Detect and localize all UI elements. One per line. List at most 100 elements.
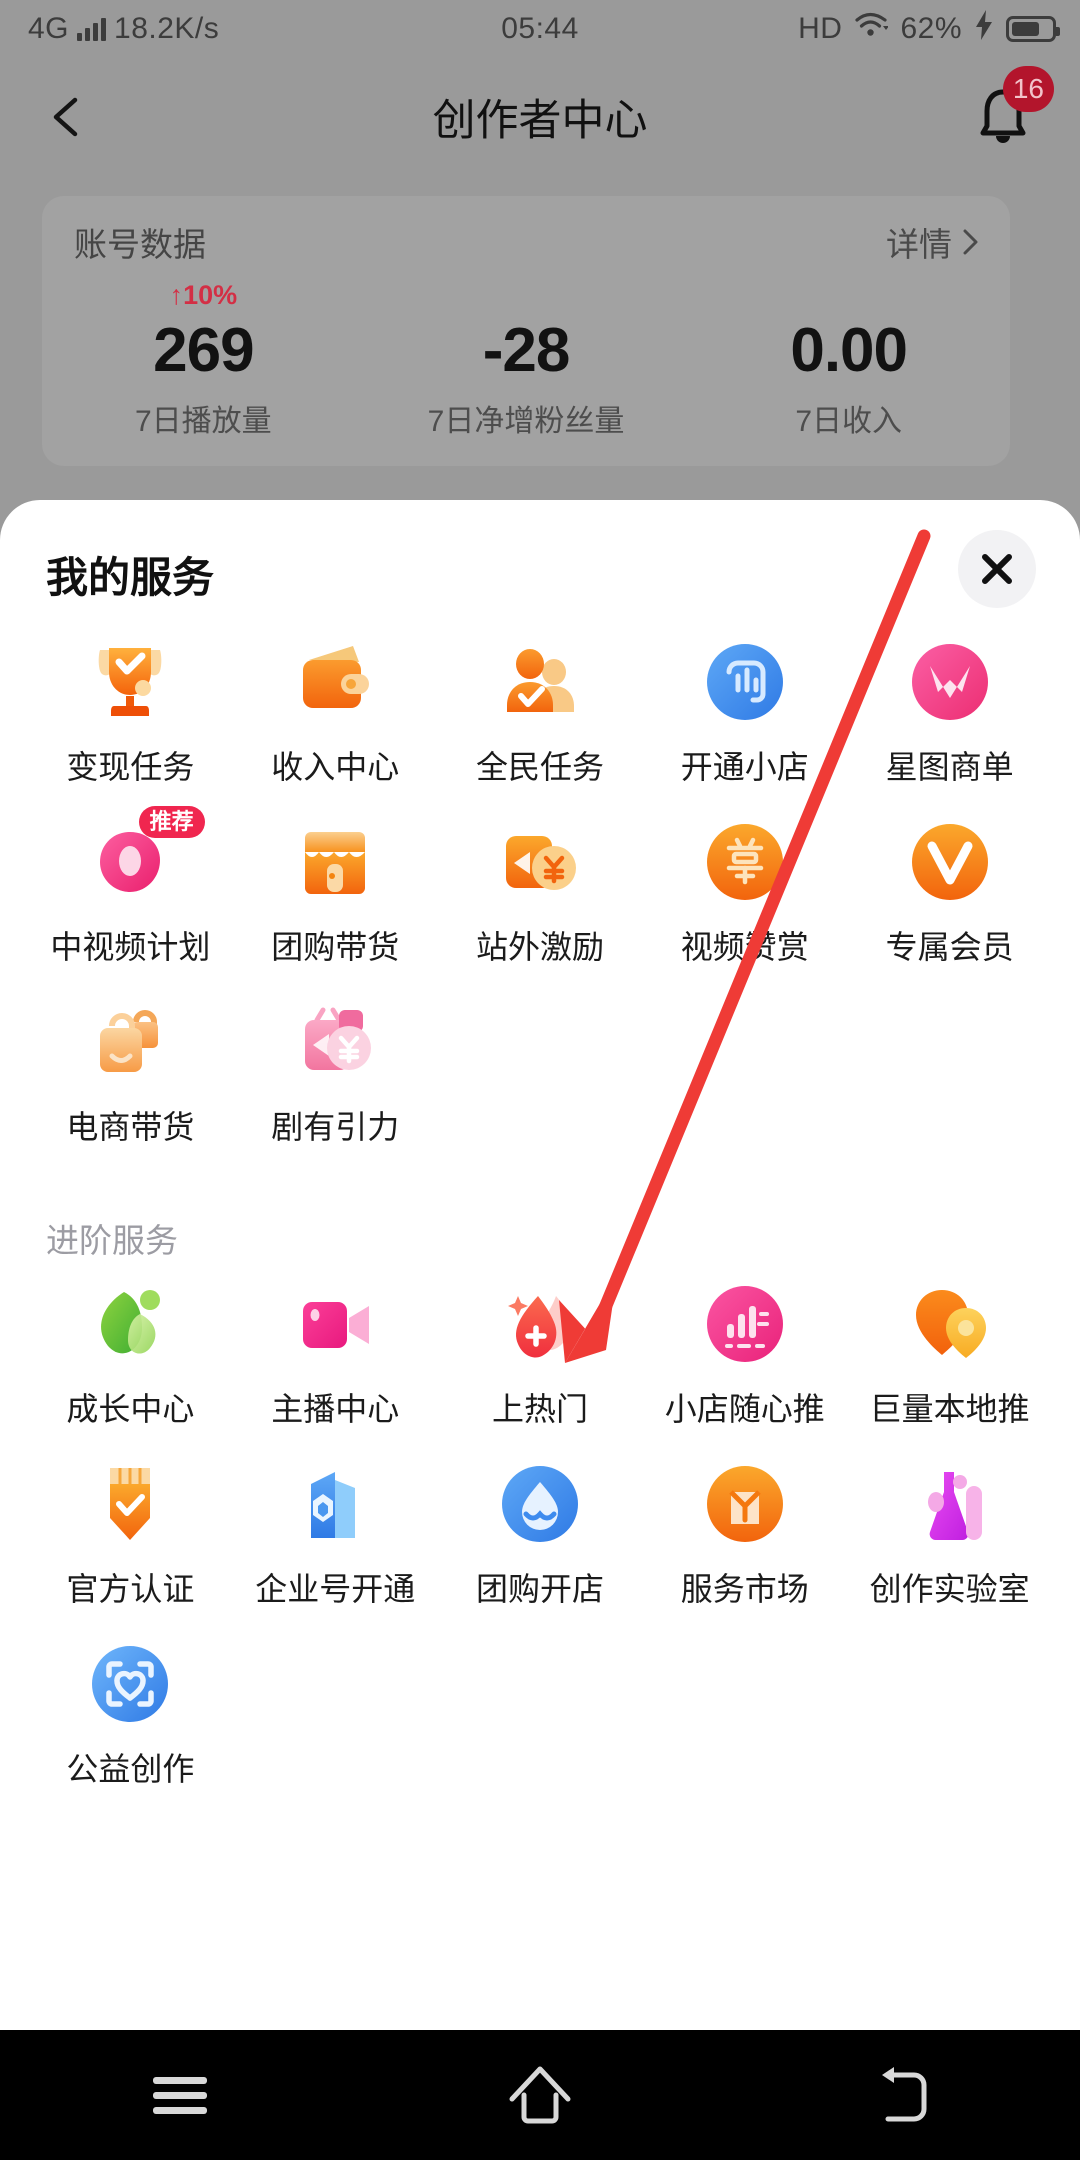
- my-services-grid: 变现任务 收入中心 全民任务 开通小店 星图商单 推荐 中视频计划 团购带货 站外激励 视频赞赏专…: [0, 630, 1080, 1170]
- leaf-growth-icon: [84, 1278, 176, 1370]
- service-item-video-yuan[interactable]: 站外激励: [438, 810, 643, 990]
- service-item-star-map[interactable]: 星图商单: [847, 630, 1052, 810]
- service-item-storefront[interactable]: 团购带货: [233, 810, 438, 990]
- service-item-enterprise-building[interactable]: 企业号开通: [233, 1452, 438, 1632]
- video-camera-icon: [289, 1278, 381, 1370]
- battery-percent-label: 62%: [900, 12, 962, 45]
- service-item-flame-plus[interactable]: 上热门: [438, 1272, 643, 1452]
- service-item-label: 团购开店: [475, 1571, 604, 1607]
- service-item-label: 成长中心: [66, 1391, 195, 1427]
- menu-icon[interactable]: [120, 2055, 240, 2135]
- service-item-label: 站外激励: [475, 929, 604, 965]
- service-item-label: 变现任务: [66, 749, 195, 785]
- stat-label: 7日收入: [795, 405, 903, 438]
- group-buy-drop-icon: [494, 1458, 586, 1550]
- vip-v-icon: [904, 816, 996, 908]
- video-yuan-icon: [494, 816, 586, 908]
- flame-plus-icon: [494, 1278, 586, 1370]
- service-item-label: 开通小店: [680, 749, 809, 785]
- stat-label: 7日净增粉丝量: [427, 405, 625, 438]
- reward-shang-icon: [699, 816, 791, 908]
- sheet-title: 我的服务: [46, 554, 215, 601]
- phone-screen: 4G 18.2K/s 05:44 HD 62% 创作者中心 16 账号数据 详情…: [0, 0, 1080, 2160]
- service-item-label: 上热门: [491, 1391, 588, 1427]
- service-item-play-drop[interactable]: 推荐中视频计划: [28, 806, 233, 990]
- service-item-label: 专属会员: [885, 929, 1014, 965]
- account-data-header: 账号数据 详情: [74, 218, 980, 266]
- account-data-details-link[interactable]: 详情: [886, 218, 980, 266]
- page-title: 创作者中心: [432, 97, 648, 145]
- home-icon[interactable]: [480, 2055, 600, 2135]
- trophy-icon: [84, 636, 176, 728]
- stat-delta: ↑10%: [169, 280, 238, 310]
- service-item-label: 巨量本地推: [869, 1391, 1030, 1427]
- stat-value: 0.00: [790, 316, 908, 385]
- service-item-label: 服务市场: [680, 1571, 809, 1607]
- service-item-label: 创作实验室: [869, 1571, 1030, 1607]
- details-label: 详情: [886, 226, 952, 263]
- advanced-services-grid: 成长中心 主播中心 上热门 小店随心推 巨量本地推官方认证 企业号开通 团购开店 服务市场 创作…: [0, 1272, 1080, 1812]
- service-item-label: 收入中心: [271, 749, 400, 785]
- service-item-video-camera[interactable]: 主播中心: [233, 1272, 438, 1452]
- wifi-icon: [854, 11, 890, 47]
- stat-item: -28 7日净增粉丝量: [365, 280, 688, 440]
- status-bar-right: HD 62%: [798, 10, 1060, 48]
- star-map-icon: [904, 636, 996, 728]
- service-item-label: 全民任务: [475, 749, 604, 785]
- app-bar: 创作者中心 16: [0, 58, 1080, 176]
- location-pins-icon: [904, 1278, 996, 1370]
- stat-label: 7日播放量: [134, 405, 272, 438]
- heart-scan-icon: [84, 1638, 176, 1730]
- service-item-label: 星图商单: [885, 749, 1014, 785]
- lightning-bolt-icon: [974, 10, 994, 48]
- service-item-lab-flask[interactable]: 创作实验室: [847, 1452, 1052, 1632]
- lab-flask-icon: [904, 1458, 996, 1550]
- service-item-bar-chart-promo[interactable]: 小店随心推: [642, 1272, 847, 1452]
- stat-delta: [365, 280, 688, 314]
- service-item-label: 剧有引力: [271, 1109, 400, 1145]
- verified-badge-icon: [84, 1458, 176, 1550]
- service-item-service-market[interactable]: 服务市场: [642, 1452, 847, 1632]
- service-item-leaf-growth[interactable]: 成长中心: [28, 1272, 233, 1452]
- back-arrow-icon[interactable]: [840, 2055, 960, 2135]
- service-item-label: 团购带货: [271, 929, 400, 965]
- notification-badge: 16: [1002, 66, 1054, 112]
- service-market-icon: [699, 1458, 791, 1550]
- service-item-wallet[interactable]: 收入中心: [233, 630, 438, 810]
- service-item-people-check[interactable]: 全民任务: [438, 630, 643, 810]
- service-item-label: 视频赞赏: [680, 929, 809, 965]
- service-item-trophy[interactable]: 变现任务: [28, 630, 233, 810]
- service-item-drama-yuan[interactable]: 剧有引力: [233, 990, 438, 1170]
- hd-label: HD: [798, 12, 843, 45]
- status-bar: 4G 18.2K/s 05:44 HD 62%: [0, 0, 1080, 58]
- service-item-label: 电商带货: [66, 1109, 195, 1145]
- service-item-verified-badge[interactable]: 官方认证: [28, 1452, 233, 1632]
- service-item-heart-scan[interactable]: 公益创作: [28, 1632, 233, 1812]
- service-item-label: 主播中心: [271, 1391, 400, 1427]
- close-icon: [982, 554, 1012, 584]
- service-item-vip-v[interactable]: 专属会员: [847, 810, 1052, 990]
- service-item-reward-shang[interactable]: 视频赞赏: [642, 810, 847, 990]
- shop-chart-icon: [699, 636, 791, 728]
- stat-delta: [687, 280, 1010, 314]
- service-item-group-buy-drop[interactable]: 团购开店: [438, 1452, 643, 1632]
- people-check-icon: [494, 636, 586, 728]
- account-data-title: 账号数据: [74, 226, 206, 263]
- sheet-header: 我的服务: [0, 500, 1080, 630]
- service-item-location-pins[interactable]: 巨量本地推: [847, 1272, 1052, 1452]
- recommended-badge: 推荐: [138, 806, 205, 839]
- drama-yuan-icon: [289, 996, 381, 1088]
- stat-value: -28: [482, 316, 571, 385]
- stat-value: 269: [153, 316, 254, 385]
- close-button[interactable]: [958, 530, 1036, 608]
- shopping-bag-icon: [84, 996, 176, 1088]
- service-item-label: 企业号开通: [255, 1571, 416, 1607]
- service-item-label: 官方认证: [66, 1571, 195, 1607]
- notification-bell-button[interactable]: 16: [968, 66, 1054, 152]
- service-item-label: 公益创作: [66, 1751, 195, 1787]
- service-item-label: 中视频计划: [50, 929, 211, 965]
- service-item-shopping-bag[interactable]: 电商带货: [28, 990, 233, 1170]
- enterprise-building-icon: [289, 1458, 381, 1550]
- service-item-shop-chart[interactable]: 开通小店: [642, 630, 847, 810]
- account-data-card[interactable]: 账号数据 详情 ↑10% 269 7日播放量 -28 7日净增粉丝量 0.00 …: [42, 196, 1010, 466]
